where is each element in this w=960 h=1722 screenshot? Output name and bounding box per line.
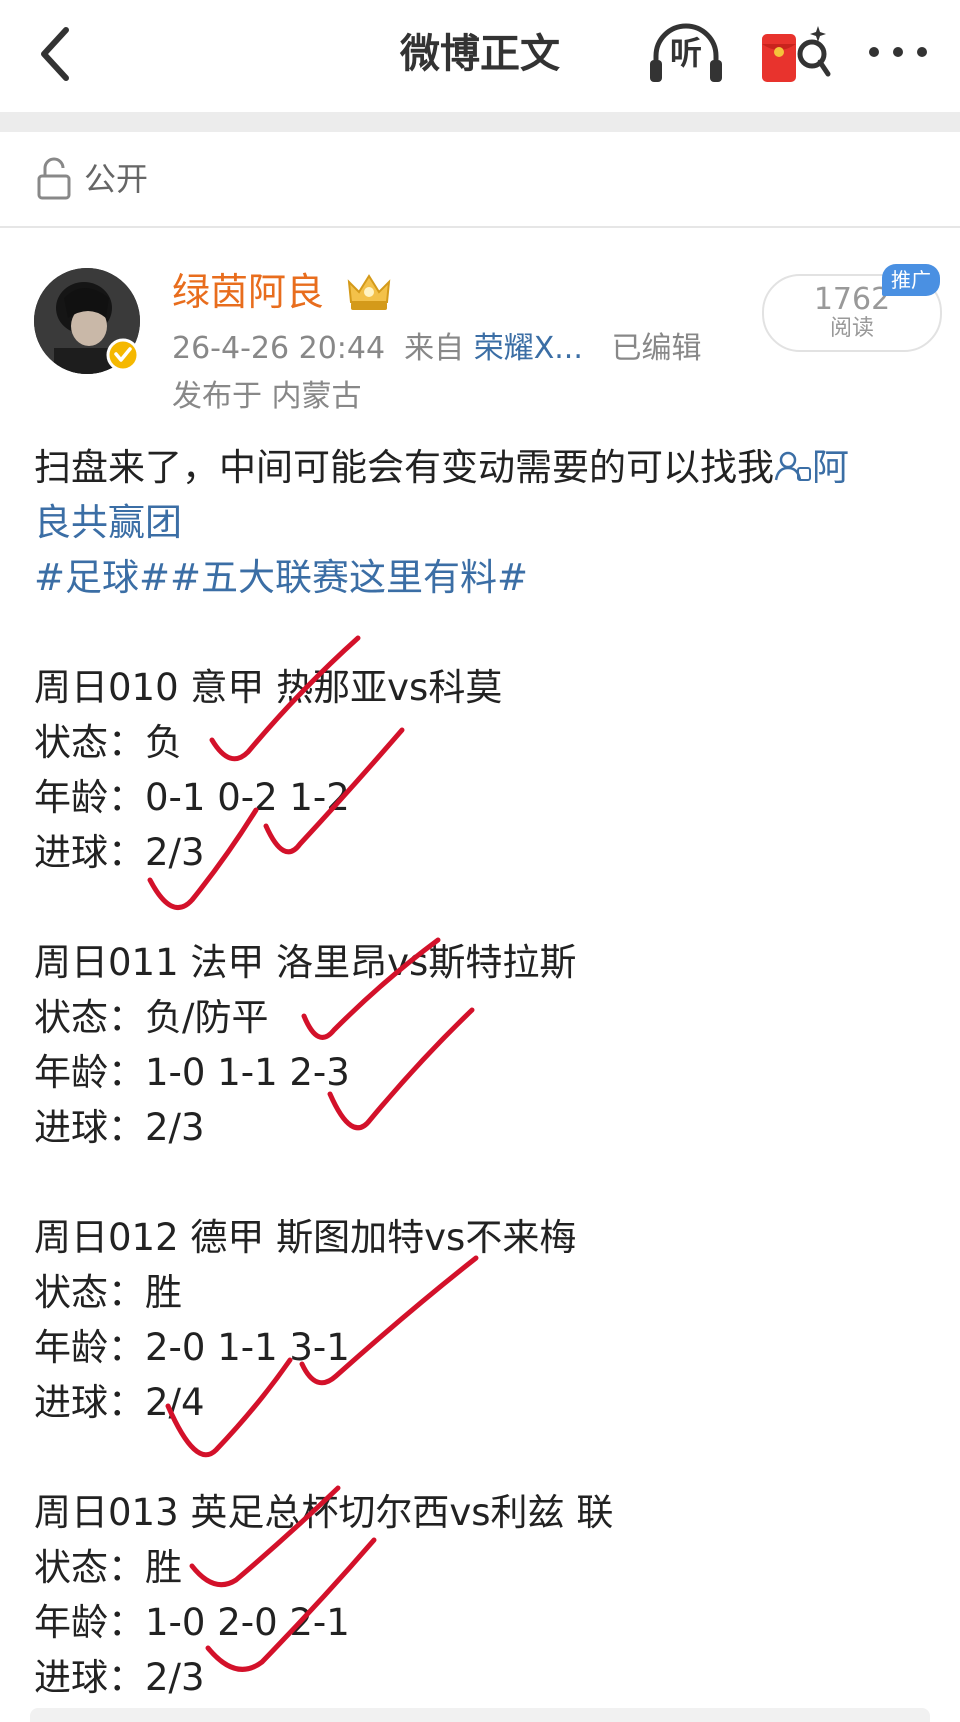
- match-title: 周日012 德甲 斯图加特vs不来梅: [34, 1216, 577, 1259]
- edited-label[interactable]: 已编辑: [611, 331, 701, 366]
- header-divider: [0, 112, 960, 132]
- match-status: 状态：负/防平: [34, 996, 269, 1039]
- match-age: 年龄：0-1 0-2 1-2: [34, 776, 350, 819]
- match-status: 状态：胜: [34, 1271, 182, 1314]
- verified-badge-icon: [106, 338, 140, 372]
- match-age: 年龄：1-0 2-0 2-1: [34, 1601, 350, 1644]
- red-packet-icon[interactable]: [760, 22, 832, 88]
- promo-badge[interactable]: 推广: [882, 264, 940, 296]
- post-intro-text: 扫盘来了，中间可能会有变动需要的可以找我: [34, 446, 774, 489]
- match-goals: 进球：2/3: [34, 831, 205, 874]
- read-label: 阅读: [829, 316, 874, 341]
- source-link[interactable]: 荣耀X...: [474, 331, 583, 366]
- post-location: 发布于 内蒙古: [172, 379, 362, 414]
- match-age: 年龄：1-0 1-1 2-3: [34, 1051, 350, 1094]
- author-name[interactable]: 绿茵阿良: [172, 266, 324, 318]
- group-link-tail[interactable]: 良共赢团: [34, 495, 944, 550]
- match-goals: 进球：2/3: [34, 1106, 205, 1149]
- bottom-card-edge: [30, 1708, 930, 1722]
- hashtags[interactable]: #足球##五大联赛这里有料#: [34, 550, 944, 605]
- match-title: 周日013 英足总杯切尔西vs利兹 联: [34, 1491, 614, 1534]
- top-nav-bar: 微博正文 听: [0, 0, 960, 112]
- match-goals: 进球：2/3: [34, 1656, 205, 1699]
- more-options-icon[interactable]: [864, 22, 932, 88]
- listen-label: 听: [669, 34, 702, 72]
- listen-button[interactable]: 听: [648, 20, 724, 86]
- match-goals: 进球：2/4: [34, 1381, 205, 1424]
- post-intro: 扫盘来了，中间可能会有变动需要的可以找我阿: [34, 440, 944, 495]
- post-date: 26-4-26 20:44: [172, 331, 386, 366]
- match-age: 年龄：2-0 1-1 3-1: [34, 1326, 350, 1369]
- match-title: 周日011 法甲 洛里昂vs斯特拉斯: [34, 941, 577, 984]
- unlock-icon: [37, 157, 71, 200]
- crown-icon: [347, 274, 391, 310]
- group-icon: [774, 451, 811, 481]
- post-meta: 26-4-26 20:44 来自 荣耀X... 已编辑: [172, 326, 701, 372]
- visibility-row: 公开: [0, 132, 960, 228]
- post-body: 扫盘来了，中间可能会有变动需要的可以找我阿 良共赢团 #足球##五大联赛这里有料…: [34, 440, 944, 1705]
- source-prefix: 来自: [404, 331, 465, 366]
- match-status: 状态：胜: [34, 1546, 182, 1589]
- visibility-label: 公开: [84, 160, 149, 198]
- match-title: 周日010 意甲 热那亚vs科莫: [34, 666, 503, 709]
- match-status: 状态：负: [34, 721, 182, 764]
- group-link-head[interactable]: 阿: [812, 446, 849, 489]
